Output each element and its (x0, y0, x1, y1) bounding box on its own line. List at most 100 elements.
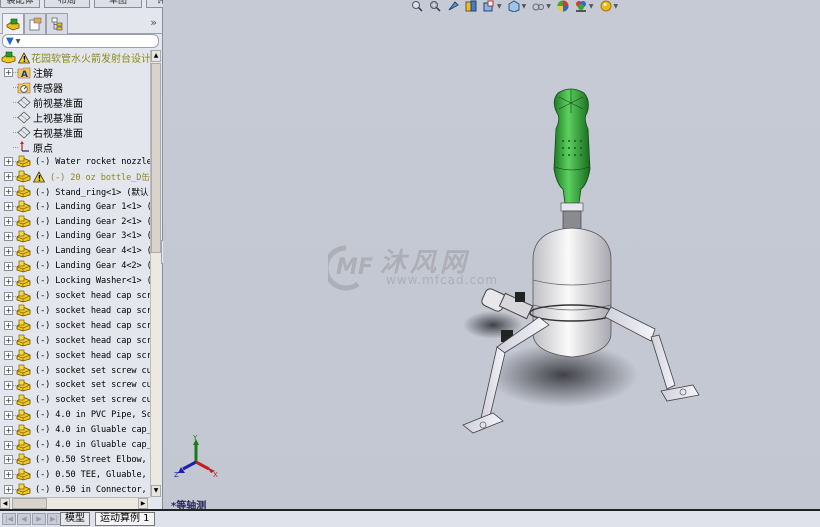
tab-sketch[interactable]: 草图 (94, 0, 142, 8)
scroll-thumb[interactable] (151, 63, 161, 253)
tree-vertical-scrollbar[interactable]: ▲ ▼ (150, 50, 161, 497)
expand-icon[interactable]: + (4, 68, 13, 77)
tab-assembly[interactable]: 装配体 (0, 0, 40, 8)
tree-item[interactable]: + (-) socket head cap scr (0, 348, 150, 363)
tree-item-label: 注解 (33, 69, 53, 80)
next-tab-button[interactable]: ▶ (32, 513, 46, 525)
expand-icon[interactable]: + (4, 336, 13, 346)
tree-item[interactable]: + (-) socket set screw cu (0, 393, 150, 408)
tree-horizontal-scrollbar[interactable]: ◀ ▶ (0, 497, 150, 509)
first-tab-button[interactable]: |◀ (2, 513, 16, 525)
expand-icon[interactable]: + (4, 380, 13, 390)
expand-panel-button[interactable]: » (150, 16, 157, 29)
tree-item[interactable]: + (-) Locking Washer<1> ( (0, 274, 150, 289)
tree-item[interactable]: + (-) Landing Gear 3<1> ( (0, 229, 150, 244)
part-icon (16, 170, 31, 184)
config-tab[interactable] (46, 13, 68, 34)
tree-item[interactable]: 传感器 (0, 80, 150, 95)
part-icon (16, 259, 31, 273)
expand-icon[interactable]: + (4, 455, 13, 465)
expand-icon[interactable]: + (4, 276, 13, 286)
tab-motion-study-1[interactable]: 运动算例 1 (95, 512, 155, 526)
expand-icon[interactable]: + (4, 202, 13, 212)
edit-appearance-icon[interactable] (557, 0, 569, 12)
scroll-left-button[interactable]: ◀ (0, 498, 10, 509)
expand-icon[interactable]: + (4, 172, 13, 182)
tree-item[interactable]: + (-) Stand_ring<1> (默认 (0, 184, 150, 199)
view-settings-icon[interactable] (600, 0, 612, 12)
expand-icon[interactable]: + (4, 217, 13, 226)
last-tab-button[interactable]: ▶| (47, 513, 61, 525)
annotations-folder-icon: A (16, 66, 31, 80)
chevron-down-icon[interactable]: ▼ (614, 3, 619, 10)
scroll-right-button[interactable]: ▶ (138, 498, 148, 509)
tree-item[interactable]: 前视基准面 (0, 95, 150, 110)
zoom-to-fit-icon[interactable] (411, 0, 423, 12)
tree-item[interactable]: + (-) Landing Gear 2<1> ( (0, 214, 150, 229)
tree-item[interactable]: + (-) 0.50 Street Elbow, (0, 452, 150, 467)
feature-tree: ! 花园软管水火箭发射台设计 + A 注解 传感器 前视基准面 上视基准面 右视基准面 原点 + (-… (0, 50, 150, 497)
tree-item[interactable]: + (-) 4.0 in PVC Pipe, Sc (0, 408, 150, 423)
expand-icon[interactable]: + (4, 425, 13, 435)
tree-item[interactable]: + (-) socket set screw cu (0, 363, 150, 378)
hide-show-items-icon[interactable] (532, 0, 545, 12)
view-orientation-icon[interactable] (483, 0, 495, 12)
scroll-down-button[interactable]: ▼ (151, 485, 161, 497)
tree-item[interactable]: + (-) 0.50 TEE, Gluable, (0, 467, 150, 482)
tree-item[interactable]: + (-) socket head cap scr (0, 303, 150, 318)
tree-item[interactable]: 原点 (0, 140, 150, 155)
tree-item[interactable]: + (-) socket head cap scr (0, 333, 150, 348)
section-view-icon[interactable] (465, 0, 477, 12)
tree-item[interactable]: + (-) 0.50 in Connector, (0, 482, 150, 497)
property-tab[interactable] (24, 13, 46, 34)
tree-item[interactable]: + (-) socket set screw cu (0, 378, 150, 393)
expand-icon[interactable]: + (4, 291, 13, 301)
expand-icon[interactable]: + (4, 366, 13, 375)
tree-item[interactable]: + (-) 4.0 in Gluable cap_ (0, 438, 150, 453)
expand-icon[interactable]: + (4, 261, 13, 271)
expand-icon[interactable]: + (4, 246, 13, 256)
expand-icon[interactable]: + (4, 187, 13, 197)
chevron-down-icon[interactable]: ▼ (522, 3, 527, 10)
tree-item[interactable]: + (-) 4.0 in Gluable cap_ (0, 423, 150, 438)
tree-item[interactable]: +! (-) 20 oz bottle_D缶 (0, 169, 150, 184)
chevron-down-icon[interactable]: ▼ (546, 3, 551, 10)
tree-root-assembly[interactable]: ! 花园软管水火箭发射台设计 (0, 50, 150, 65)
prev-tab-button[interactable]: ◀ (17, 513, 31, 525)
tree-item[interactable]: + (-) Landing Gear 4<2> ( (0, 259, 150, 274)
rocket-launcher-model[interactable] (453, 85, 723, 445)
tree-item[interactable]: + (-) socket head cap scr (0, 318, 150, 333)
scroll-up-button[interactable]: ▲ (151, 50, 161, 62)
expand-icon[interactable]: + (4, 321, 13, 331)
previous-view-icon[interactable] (447, 0, 459, 12)
horizontal-scroll-thumb[interactable] (12, 498, 47, 509)
tree-item[interactable]: 上视基准面 (0, 110, 150, 125)
expand-icon[interactable]: + (4, 306, 13, 316)
expand-icon[interactable]: + (4, 157, 13, 167)
filter-input[interactable]: ▼ ▼ (2, 34, 159, 48)
tab-layout[interactable]: 布局 (44, 0, 90, 8)
display-style-icon[interactable] (508, 0, 520, 12)
tree-item[interactable]: + A 注解 (0, 65, 150, 80)
expand-icon[interactable]: + (4, 351, 13, 361)
tree-item[interactable]: 右视基准面 (0, 125, 150, 140)
tree-item[interactable]: + (-) Landing Gear 4<1> ( (0, 244, 150, 259)
tree-item[interactable]: + (-) Water rocket nozzle (0, 154, 150, 169)
tree-item[interactable]: + (-) Landing Gear 1<1> ( (0, 199, 150, 214)
expand-icon[interactable]: + (4, 231, 13, 241)
expand-icon[interactable]: + (4, 470, 13, 480)
tree-item-label: 传感器 (33, 83, 63, 95)
feature-tree-tab[interactable] (2, 13, 24, 34)
expand-icon[interactable]: + (4, 395, 13, 405)
expand-icon[interactable]: + (4, 440, 13, 450)
apply-scene-icon[interactable] (575, 0, 587, 12)
tab-model[interactable]: 模型 (60, 512, 90, 526)
chevron-down-icon[interactable]: ▼ (497, 3, 502, 10)
graphics-area[interactable]: ▼ ▼ ▼ ▼ ▼ MF 沐风网 www.mfcad.com Y Z X *等轴… (163, 0, 820, 512)
tree-item[interactable]: + (-) socket head cap scr (0, 289, 150, 304)
expand-icon[interactable]: + (4, 410, 13, 420)
expand-icon[interactable]: + (4, 485, 13, 495)
chevron-down-icon[interactable]: ▼ (589, 3, 594, 10)
zoom-to-area-icon[interactable] (429, 0, 441, 12)
assembly-icon (1, 51, 16, 65)
